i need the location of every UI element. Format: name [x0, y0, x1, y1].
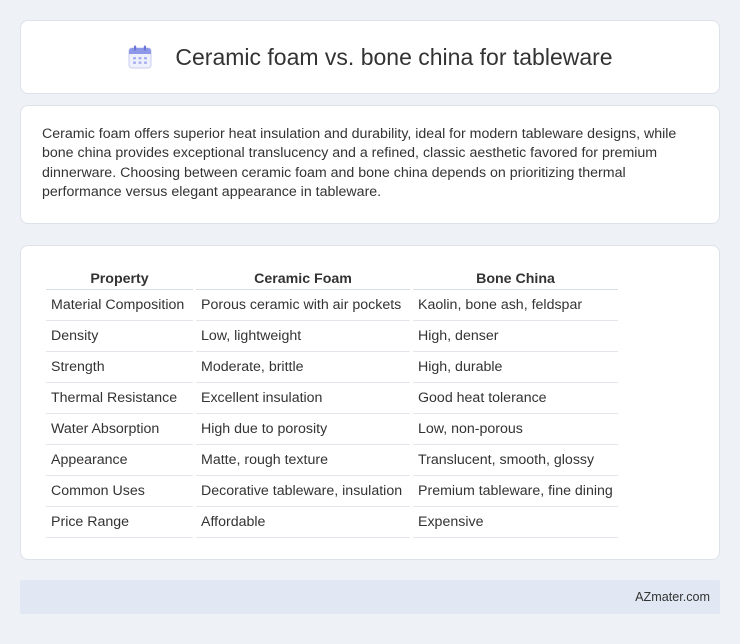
table-cell: Low, non-porous	[413, 414, 618, 445]
table-cell: Low, lightweight	[196, 321, 410, 352]
table-cell: Excellent insulation	[196, 383, 410, 414]
table-cell: Good heat tolerance	[413, 383, 618, 414]
comparison-card: Property Ceramic Foam Bone China Materia…	[20, 245, 720, 560]
table-cell: Price Range	[46, 507, 193, 538]
table-cell: Strength	[46, 352, 193, 383]
table-cell: Premium tableware, fine dining	[413, 476, 618, 507]
comparison-table: Property Ceramic Foam Bone China Materia…	[43, 262, 621, 538]
table-cell: Decorative tableware, insulation	[196, 476, 410, 507]
table-cell: High, denser	[413, 321, 618, 352]
table-row: Thermal Resistance Excellent insulation …	[46, 383, 618, 414]
table-cell: Density	[46, 321, 193, 352]
intro-paragraph: Ceramic foam offers superior heat insula…	[42, 126, 677, 201]
table-cell: Porous ceramic with air pockets	[196, 290, 410, 321]
column-header-bone-china: Bone China	[413, 262, 618, 290]
table-cell: Kaolin, bone ash, feldspar	[413, 290, 618, 321]
table-cell: Thermal Resistance	[46, 383, 193, 414]
table-row: Water Absorption High due to porosity Lo…	[46, 414, 618, 445]
table-cell: Appearance	[46, 445, 193, 476]
intro-card: Ceramic foam offers superior heat insula…	[20, 105, 720, 224]
table-row: Price Range Affordable Expensive	[46, 507, 618, 538]
table-cell: Matte, rough texture	[196, 445, 410, 476]
table-cell: Expensive	[413, 507, 618, 538]
column-header-ceramic-foam: Ceramic Foam	[196, 262, 410, 290]
table-row: Density Low, lightweight High, denser	[46, 321, 618, 352]
table-row: Common Uses Decorative tableware, insula…	[46, 476, 618, 507]
footer-site-label: AZmater.com	[635, 590, 710, 604]
table-cell: Translucent, smooth, glossy	[413, 445, 618, 476]
table-cell: Moderate, brittle	[196, 352, 410, 383]
table-cell: Common Uses	[46, 476, 193, 507]
table-cell: Affordable	[196, 507, 410, 538]
page-title: Ceramic foam vs. bone china for tablewar…	[175, 43, 613, 70]
table-row: Strength Moderate, brittle High, durable	[46, 352, 618, 383]
table-cell: Material Composition	[46, 290, 193, 321]
table-row: Material Composition Porous ceramic with…	[46, 290, 618, 321]
footer: AZmater.com	[20, 580, 720, 614]
calendar-icon	[128, 45, 152, 69]
table-row: Appearance Matte, rough texture Transluc…	[46, 445, 618, 476]
table-cell: High, durable	[413, 352, 618, 383]
title-card: Ceramic foam vs. bone china for tablewar…	[20, 20, 720, 94]
title-wrap: Ceramic foam vs. bone china for tablewar…	[127, 43, 613, 71]
table-cell: Water Absorption	[46, 414, 193, 445]
table-header-row: Property Ceramic Foam Bone China	[46, 262, 618, 290]
table-cell: High due to porosity	[196, 414, 410, 445]
column-header-property: Property	[46, 262, 193, 290]
